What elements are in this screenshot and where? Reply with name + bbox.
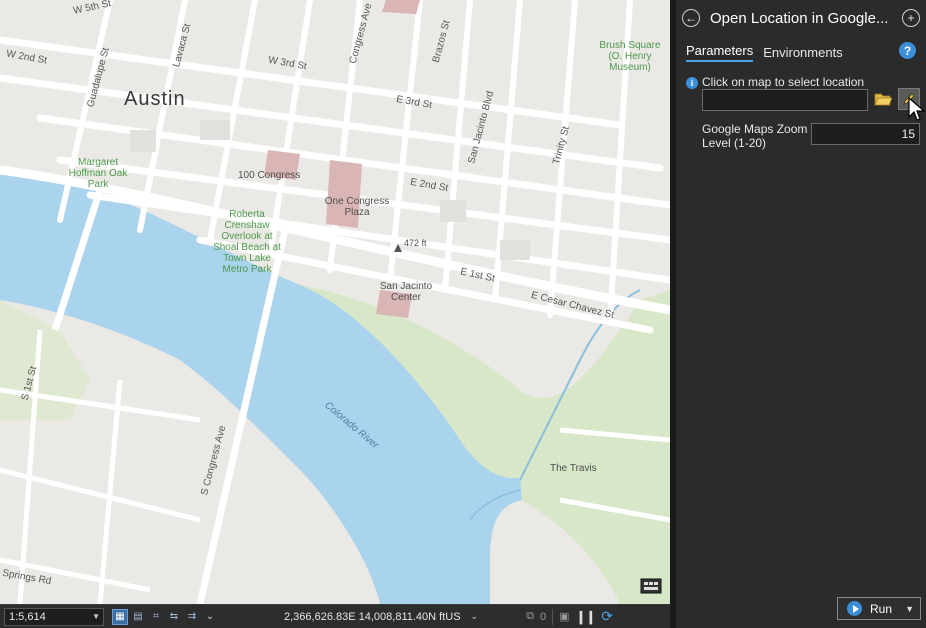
location-parameter: i Click on map to select location <box>686 75 926 121</box>
poi-label: One Congress Plaza <box>324 196 390 218</box>
mouse-cursor-icon <box>908 97 926 121</box>
park-label: Margaret Hoffman Oak Park <box>68 157 128 190</box>
grid-icon[interactable]: ▤ <box>130 609 146 625</box>
poi-label: The Travis <box>550 463 597 474</box>
run-button[interactable]: Run ▼ <box>837 597 921 620</box>
tab-environments[interactable]: Environments <box>763 45 842 62</box>
selection-icon[interactable]: ⧉ <box>526 610 534 623</box>
tool-title: Open Location in Google... <box>710 9 889 27</box>
park-label: Roberta Crenshaw Overlook at Shoal Beach… <box>213 209 281 275</box>
park-label: Brush Square (O. Henry Museum) <box>599 40 661 73</box>
map-navigator-icon[interactable] <box>640 576 662 594</box>
pause-drawing-icon[interactable]: ❙❙ <box>575 609 596 625</box>
coordinate-readout: 2,366,626.83E 14,008,811.40N ftUS <box>284 610 461 623</box>
zoom-level-label: Google Maps Zoom Level (1-20) <box>702 122 808 150</box>
city-label: Austin <box>124 88 186 110</box>
chevron-down-icon[interactable]: ⌄ <box>202 609 218 625</box>
elevation-label: 472 ft <box>404 238 427 248</box>
run-label: Run <box>870 601 893 616</box>
map-view[interactable]: W 5th St W 2nd St W 3rd St E 3rd St E 2n… <box>0 0 670 604</box>
tab-parameters[interactable]: Parameters <box>686 43 754 62</box>
map-frame-icon[interactable]: ▦ <box>112 608 128 625</box>
map-status-bar: 1:5,614 ▼ ▦ ▤ ⌗ ⇆ ⇉ ⌄ 2,366,626.83E 14,0… <box>0 604 670 628</box>
zoom-level-input[interactable]: 15 <box>811 123 920 145</box>
constraints-icon[interactable]: ⇆ <box>166 609 182 625</box>
geoprocessing-pane: ← Open Location in Google... + Parameter… <box>670 0 926 628</box>
snapping-icon[interactable]: ⌗ <box>148 609 164 625</box>
add-icon[interactable]: + <box>902 9 920 27</box>
chevron-down-icon[interactable]: ▼ <box>905 604 914 614</box>
help-icon[interactable]: ? <box>899 42 916 59</box>
poi-label: 100 Congress <box>238 170 301 181</box>
location-label: Click on map to select location <box>702 75 865 89</box>
selected-count: 0 <box>539 610 547 623</box>
divider <box>552 608 554 625</box>
folder-open-icon[interactable] <box>874 91 893 107</box>
scale-value: 1:5,614 <box>9 610 46 623</box>
back-arrow-icon[interactable]: ← <box>682 9 700 27</box>
location-input[interactable] <box>702 89 868 111</box>
chevron-down-icon: ▼ <box>92 612 100 621</box>
correction-icon[interactable]: ⇉ <box>184 609 200 625</box>
run-icon <box>847 601 862 616</box>
coordinate-format-dropdown-icon[interactable]: ⌄ <box>471 611 479 622</box>
poi-label: San Jacinto Center <box>379 281 433 303</box>
info-icon: i <box>686 77 698 89</box>
refresh-icon[interactable]: ⟳ <box>601 608 613 625</box>
stop-icon[interactable]: ▣ <box>559 610 569 623</box>
scale-dropdown[interactable]: 1:5,614 ▼ <box>4 607 104 626</box>
